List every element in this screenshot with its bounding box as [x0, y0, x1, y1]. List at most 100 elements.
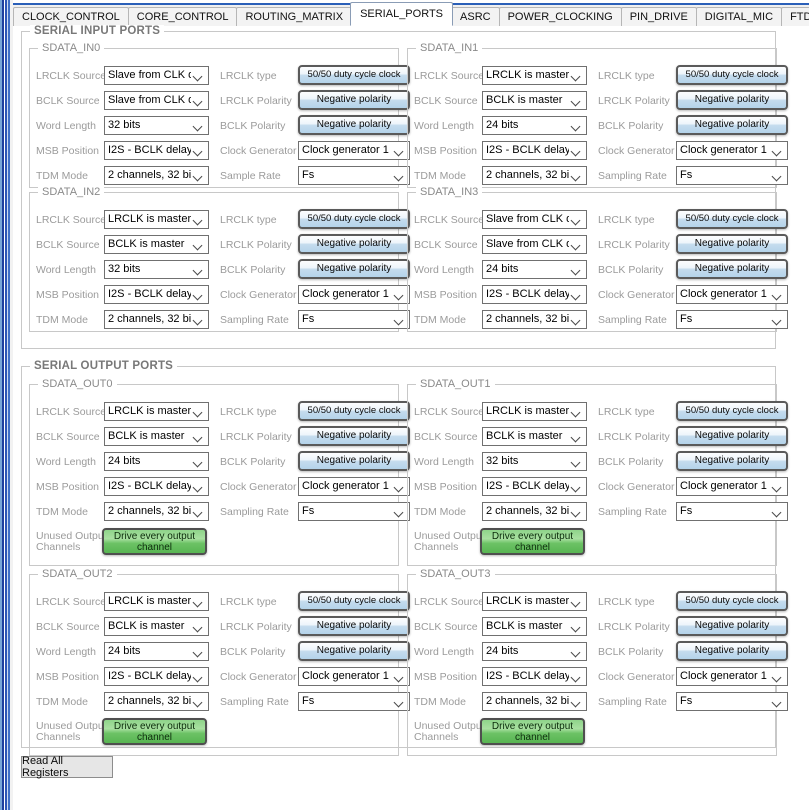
- sdata-in0-clock-generator-combo[interactable]: Clock generator 1 (: [298, 141, 410, 160]
- sdata-out0-word-length-combo[interactable]: 24 bits: [104, 452, 209, 471]
- sdata-in0-rate-combo[interactable]: Fs: [298, 166, 410, 185]
- sdata-out1-clock-generator-combo[interactable]: Clock generator 1 (: [676, 477, 788, 496]
- sdata-in2-word-length-combo[interactable]: 32 bits: [104, 260, 209, 279]
- sdata-out0-clock-generator-combo[interactable]: Clock generator 1 (: [298, 477, 410, 496]
- sdata-out1-lrclk-polarity-button[interactable]: Negative polarity: [676, 426, 788, 446]
- tab-power-clocking[interactable]: POWER_CLOCKING: [498, 7, 622, 26]
- sdata-in1-clock-generator-combo[interactable]: Clock generator 1 (: [676, 141, 788, 160]
- sdata-out0-bclk-polarity-label: BCLK Polarity: [220, 456, 286, 468]
- sdata-out0-bclk-polarity-button[interactable]: Negative polarity: [298, 451, 410, 471]
- sdata-out1-tdm-mode-combo[interactable]: 2 channels, 32 bit/: [482, 502, 587, 521]
- sdata-out2-clock-generator-combo[interactable]: Clock generator 1 (: [298, 667, 410, 686]
- sdata-out2-bclk-polarity-button[interactable]: Negative polarity: [298, 641, 410, 661]
- sdata-out3-bclk-polarity-button[interactable]: Negative polarity: [676, 641, 788, 661]
- sdata-out3-lrclk-polarity-button[interactable]: Negative polarity: [676, 616, 788, 636]
- sdata-in3-bclk-polarity-button[interactable]: Negative polarity: [676, 259, 788, 279]
- sdata-in2-lrclk-source-combo[interactable]: LRCLK is master: [104, 210, 209, 229]
- sdata-out1-rate-combo[interactable]: Fs: [676, 502, 788, 521]
- sdata-in0-bclk-source-combo[interactable]: Slave from CLK do: [104, 91, 209, 110]
- tab-asrc[interactable]: ASRC: [451, 7, 500, 26]
- sdata-in1-tdm-mode-combo[interactable]: 2 channels, 32 bit/: [482, 166, 587, 185]
- sdata-out0-msb-position-combo[interactable]: I2S - BCLK delay b: [104, 477, 209, 496]
- sdata-in1-lrclk-polarity-button[interactable]: Negative polarity: [676, 90, 788, 110]
- sdata-in2-bclk-polarity-button[interactable]: Negative polarity: [298, 259, 410, 279]
- sdata-in0-bclk-polarity-button[interactable]: Negative polarity: [298, 115, 410, 135]
- sdata-in0-lrclk-type-button[interactable]: 50/50 duty cycle clock: [298, 65, 410, 85]
- sdata-out3-word-length-combo[interactable]: 24 bits: [482, 642, 587, 661]
- sdata-out0-lrclk-polarity-button[interactable]: Negative polarity: [298, 426, 410, 446]
- sdata-out0-lrclk-type-button[interactable]: 50/50 duty cycle clock: [298, 401, 410, 421]
- sdata-in0-tdm-mode-combo[interactable]: 2 channels, 32 bit/: [104, 166, 209, 185]
- sdata-out2-word-length-combo[interactable]: 24 bits: [104, 642, 209, 661]
- tab-routing-matrix[interactable]: ROUTING_MATRIX: [236, 7, 353, 26]
- sdata-out3-bclk-source-combo[interactable]: BCLK is master: [482, 617, 587, 636]
- sdata-in1-lrclk-type-button[interactable]: 50/50 duty cycle clock: [676, 65, 788, 85]
- sdata-in3-lrclk-polarity-button[interactable]: Negative polarity: [676, 234, 788, 254]
- sdata-in3-msb-position-combo[interactable]: I2S - BCLK delay b: [482, 285, 587, 304]
- sdata-in3-clock-generator-combo[interactable]: Clock generator 1 (: [676, 285, 788, 304]
- sdata-in3-tdm-mode-combo[interactable]: 2 channels, 32 bit/: [482, 310, 587, 329]
- sdata-in1-bclk-source-combo[interactable]: BCLK is master: [482, 91, 587, 110]
- sdata-in2-msb-position-combo[interactable]: I2S - BCLK delay b: [104, 285, 209, 304]
- sdata-out3-tdm-mode-combo[interactable]: 2 channels, 32 bit/: [482, 692, 587, 711]
- sdata-out3-msb-position-combo[interactable]: I2S - BCLK delay b: [482, 667, 587, 686]
- sdata-in3-word-length-combo[interactable]: 24 bits: [482, 260, 587, 279]
- sdata-out2-lrclk-polarity-button[interactable]: Negative polarity: [298, 616, 410, 636]
- sdata-out2-unused-output-channels-button[interactable]: Drive every output channel: [102, 718, 207, 745]
- sdata-out1-lrclk-source-combo[interactable]: LRCLK is master: [482, 402, 587, 421]
- sdata-out2-bclk-source-combo[interactable]: BCLK is master: [104, 617, 209, 636]
- sdata-in1-msb-position-combo[interactable]: I2S - BCLK delay b: [482, 141, 587, 160]
- tab-pin-drive[interactable]: PIN_DRIVE: [620, 7, 697, 26]
- sdata-out1-msb-position-combo[interactable]: I2S - BCLK delay b: [482, 477, 587, 496]
- sdata-out0-bclk-source-combo[interactable]: BCLK is master: [104, 427, 209, 446]
- sdata-out0-unused-output-channels-button[interactable]: Drive every output channel: [102, 528, 207, 555]
- sdata-in2-tdm-mode-combo[interactable]: 2 channels, 32 bit/: [104, 310, 209, 329]
- sdata-in1-rate-combo[interactable]: Fs: [676, 166, 788, 185]
- sdata-out0-tdm-mode-combo[interactable]: 2 channels, 32 bit/: [104, 502, 209, 521]
- sdata-out2-msb-position-combo[interactable]: I2S - BCLK delay b: [104, 667, 209, 686]
- sdata-out1-tdm-mode-combo-value: 2 channels, 32 bit/: [486, 505, 569, 517]
- sdata-in3-bclk-source-combo[interactable]: Slave from CLK do: [482, 235, 587, 254]
- sdata-out2-tdm-mode-combo[interactable]: 2 channels, 32 bit/: [104, 692, 209, 711]
- tab-ftdm-in[interactable]: FTDM_IN: [781, 7, 809, 26]
- sdata-in0-lrclk-source-combo[interactable]: Slave from CLK do: [104, 66, 209, 85]
- sdata-out1-unused-output-channels-button[interactable]: Drive every output channel: [480, 528, 585, 555]
- sdata-in1-lrclk-source-combo[interactable]: LRCLK is master: [482, 66, 587, 85]
- sdata-in0-word-length-combo[interactable]: 32 bits: [104, 116, 209, 135]
- sdata-out1-lrclk-type-button[interactable]: 50/50 duty cycle clock: [676, 401, 788, 421]
- sdata-out0-lrclk-source-combo[interactable]: LRCLK is master: [104, 402, 209, 421]
- sdata-out3-clock-generator-combo[interactable]: Clock generator 1 (: [676, 667, 788, 686]
- sdata-out3-lrclk-source-combo[interactable]: LRCLK is master: [482, 592, 587, 611]
- sdata-out3-lrclk-source-label: LRCLK Source: [414, 596, 485, 608]
- sdata-in3-lrclk-type-button[interactable]: 50/50 duty cycle clock: [676, 209, 788, 229]
- sdata-out1-bclk-polarity-button[interactable]: Negative polarity: [676, 451, 788, 471]
- sdata-in3-rate-combo[interactable]: Fs: [676, 310, 788, 329]
- sdata-out2-lrclk-type-button[interactable]: 50/50 duty cycle clock: [298, 591, 410, 611]
- sdata-in2-bclk-source-combo[interactable]: BCLK is master: [104, 235, 209, 254]
- sdata-in0-bclk-polarity-label: BCLK Polarity: [220, 120, 286, 132]
- tab-core-control[interactable]: CORE_CONTROL: [127, 7, 238, 26]
- sdata-in2-lrclk-type-button[interactable]: 50/50 duty cycle clock: [298, 209, 410, 229]
- sdata-out1-word-length-combo[interactable]: 32 bits: [482, 452, 587, 471]
- tab-serial-ports[interactable]: SERIAL_PORTS: [350, 2, 454, 26]
- sdata-in0-msb-position-combo[interactable]: I2S - BCLK delay b: [104, 141, 209, 160]
- tab-clock-control[interactable]: CLOCK_CONTROL: [13, 7, 129, 26]
- sdata-in2-lrclk-polarity-button[interactable]: Negative polarity: [298, 234, 410, 254]
- sdata-in1-word-length-combo[interactable]: 24 bits: [482, 116, 587, 135]
- sdata-out3-lrclk-type-button[interactable]: 50/50 duty cycle clock: [676, 591, 788, 611]
- tab-digital-mic[interactable]: DIGITAL_MIC: [695, 7, 783, 26]
- sdata-in2-rate-combo[interactable]: Fs: [298, 310, 410, 329]
- sdata-out1-bclk-source-combo[interactable]: BCLK is master: [482, 427, 587, 446]
- sdata-out2-lrclk-source-combo[interactable]: LRCLK is master: [104, 592, 209, 611]
- read-all-registers-button[interactable]: Read All Registers: [21, 755, 113, 779]
- sdata-in1-bclk-polarity-button[interactable]: Negative polarity: [676, 115, 788, 135]
- sdata-in3-lrclk-source-combo[interactable]: Slave from CLK do: [482, 210, 587, 229]
- sdata-out2-lrclk-source-label: LRCLK Source: [36, 596, 107, 608]
- sdata-out3-rate-combo[interactable]: Fs: [676, 692, 788, 711]
- sdata-in0-lrclk-type-label: LRCLK type: [220, 70, 277, 82]
- sdata-out2-rate-combo[interactable]: Fs: [298, 692, 410, 711]
- sdata-in0-lrclk-polarity-button[interactable]: Negative polarity: [298, 90, 410, 110]
- sdata-out0-rate-combo[interactable]: Fs: [298, 502, 410, 521]
- sdata-in2-clock-generator-combo[interactable]: Clock generator 1 (: [298, 285, 410, 304]
- sdata-out3-unused-output-channels-button[interactable]: Drive every output channel: [480, 718, 585, 745]
